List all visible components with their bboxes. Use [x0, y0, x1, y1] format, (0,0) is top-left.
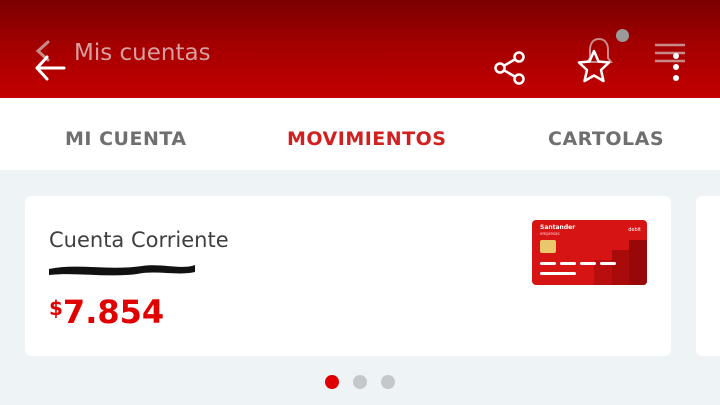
pager-dot[interactable]: [353, 375, 367, 389]
menu-icon[interactable]: [652, 42, 688, 66]
pager-dot[interactable]: [381, 375, 395, 389]
next-account-card-peek[interactable]: [696, 196, 720, 356]
account-name: Cuenta Corriente: [49, 228, 229, 252]
redacted-account-number: [49, 265, 195, 276]
account-balance: $7.854: [49, 293, 164, 331]
back-arrow-icon[interactable]: [34, 54, 66, 82]
card-brand: Santander: [540, 224, 576, 231]
bank-card-image: Santander empresas debit: [532, 220, 647, 285]
header-title: Mis cuentas: [74, 40, 211, 66]
balance-amount: 7.854: [62, 293, 165, 331]
tab-cartolas[interactable]: CARTOLAS: [548, 128, 664, 150]
card-number-mask: [580, 262, 596, 265]
card-decoration: [629, 240, 647, 285]
currency-symbol: $: [49, 296, 63, 320]
tab-movimientos[interactable]: MOVIMIENTOS: [287, 128, 446, 150]
card-chip-icon: [540, 240, 556, 253]
account-card[interactable]: Cuenta Corriente $7.854 Santander empres…: [25, 196, 671, 356]
app-header: Mis cuentas: [0, 0, 720, 98]
card-number-mask: [540, 262, 556, 265]
account-tabs: MI CUENTA MOVIMIENTOS CARTOLAS: [0, 98, 720, 170]
more-vertical-icon[interactable]: [671, 52, 681, 84]
favorite-star-icon[interactable]: [576, 48, 612, 84]
notification-dot: [616, 29, 629, 42]
card-type: debit: [628, 227, 641, 233]
share-icon[interactable]: [492, 50, 528, 86]
pager-dot-active[interactable]: [325, 375, 339, 389]
card-number-mask: [560, 262, 576, 265]
card-holder-mask: [540, 272, 576, 275]
card-number-mask: [600, 262, 616, 265]
card-subtitle: empresas: [540, 231, 560, 236]
tab-mi-cuenta[interactable]: MI CUENTA: [65, 128, 187, 150]
